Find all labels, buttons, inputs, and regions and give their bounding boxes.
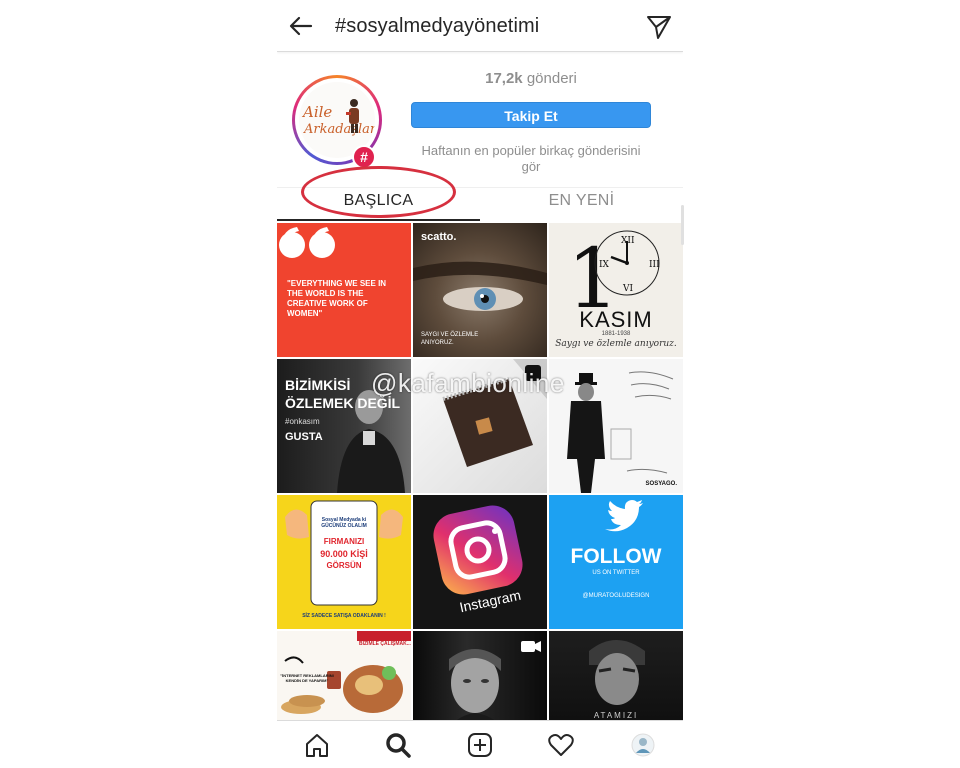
watermark-text: @kafambionline	[371, 368, 565, 398]
svg-text:VI: VI	[622, 284, 633, 294]
post-grid: "EVERYTHING WE SEE IN THE WORLD IS THE C…	[277, 223, 683, 720]
posts-count-value: 17,2k	[485, 70, 523, 87]
post-3-title: KASIM	[579, 307, 653, 332]
grid-post-8[interactable]: Instagram	[413, 495, 547, 629]
post-7-gorsun: GÖRSÜN	[326, 561, 362, 570]
post-7-firm: FIRMANIZI	[323, 537, 365, 546]
grid-post-7[interactable]: Sosyal Medyada ki GÜCÜNÜZ OLALIM FIRMANI…	[277, 495, 411, 629]
highlight-circle-annotation	[301, 166, 456, 218]
post-7-number: 90.000 KİŞİ	[313, 549, 375, 559]
clock-10-icon: 1 XII III VI IX	[567, 230, 660, 327]
post-3-years: 1881-1938	[601, 331, 631, 337]
logo-figure-icon	[346, 99, 359, 133]
post-10-text: "İNTERNET REKLAMLARINI KENDİN DE YAPARIM…	[280, 673, 334, 683]
top-bar: #sosyalmedyayönetimi	[277, 0, 683, 52]
top-posts-hint: Haftanın en popüler birkaç gönderisini g…	[421, 143, 641, 174]
profile-avatar-icon[interactable]	[629, 731, 657, 759]
post-7-footer: SİZ SADECE SATIŞA ODAKLANIN !	[302, 613, 386, 619]
heart-icon[interactable]	[547, 731, 575, 759]
posts-count: 17,2k gönderi	[411, 70, 651, 87]
grid-post-1[interactable]: "EVERYTHING WE SEE IN THE WORLD IS THE C…	[277, 223, 411, 357]
post-3-sub: Saygı ve özlemle anıyoruz.	[555, 339, 677, 349]
logo-line1: Aile	[303, 103, 333, 121]
grid-post-3[interactable]: 1 XII III VI IX KASIM 1881-1938 Saygı ve…	[549, 223, 683, 357]
grid-post-6[interactable]: SOSYAGO.	[549, 359, 683, 493]
post-7-kisi: KİŞİ	[350, 549, 368, 559]
active-tab-indicator	[277, 219, 480, 221]
grid-post-2[interactable]: scatto. SAYGI VE ÖZLEMLE ANIYORUZ.	[413, 223, 547, 357]
tab-recent-posts[interactable]: EN YENİ	[480, 188, 683, 222]
arrow-left-icon[interactable]	[287, 12, 315, 40]
twitter-bird-icon	[605, 500, 643, 532]
home-icon[interactable]	[303, 731, 331, 759]
portrait-photo-2	[449, 641, 541, 720]
post-2-caption: SAYGI VE ÖZLEMLE ANIYORUZ.	[421, 332, 479, 346]
svg-text:III: III	[649, 260, 660, 270]
search-icon[interactable]	[384, 731, 412, 759]
posts-count-label: gönderi	[526, 70, 577, 87]
hashtag-avatar: Aile Arkadaşlar #	[292, 75, 382, 169]
paper-plane-icon[interactable]	[645, 13, 673, 41]
post-9-sub: US ON TWITTER	[592, 570, 640, 576]
svg-text:IX: IX	[599, 260, 610, 270]
post-9-follow: FOLLOW	[570, 545, 662, 568]
portrait-photo-3	[589, 640, 645, 720]
grid-post-12[interactable]: ATAMIZI	[549, 631, 683, 720]
post-4-line1: BİZİMKİSİ	[285, 377, 351, 393]
grid-post-10[interactable]: BİZİMLE ÇALIŞMAK... "İNTERNET REKLAMLARI…	[277, 631, 411, 720]
grid-post-11[interactable]	[413, 631, 547, 720]
post-9-handle: @MURATOGLUDESIGN	[582, 593, 650, 599]
post-10-banner: BİZİMLE ÇALIŞMAK...	[359, 641, 411, 647]
post-6-brand: SOSYAGO.	[645, 481, 677, 487]
grid-post-9[interactable]: FOLLOW US ON TWITTER @MURATOGLUDESIGN	[549, 495, 683, 629]
post-4-tag: #onkasım	[285, 417, 320, 426]
bottom-navigation	[277, 720, 683, 768]
post-2-brand: scatto.	[421, 231, 457, 243]
post-7-title: Sosyal Medyada ki GÜCÜNÜZ OLALIM	[321, 517, 367, 529]
add-post-icon[interactable]	[466, 731, 494, 759]
post-1-quote: "EVERYTHING WE SEE IN THE WORLD IS THE C…	[287, 279, 387, 318]
post-12-label: ATAMIZI	[593, 711, 639, 720]
post-7-num: 90.000	[320, 549, 348, 559]
svg-text:1: 1	[567, 232, 619, 313]
post-4-brand: GUSTA	[285, 431, 323, 443]
historic-figure-photo	[567, 371, 674, 493]
page-title: #sosyalmedyayönetimi	[335, 15, 540, 37]
scroll-indicator	[681, 205, 684, 245]
follow-button[interactable]: Takip Et	[411, 102, 651, 128]
